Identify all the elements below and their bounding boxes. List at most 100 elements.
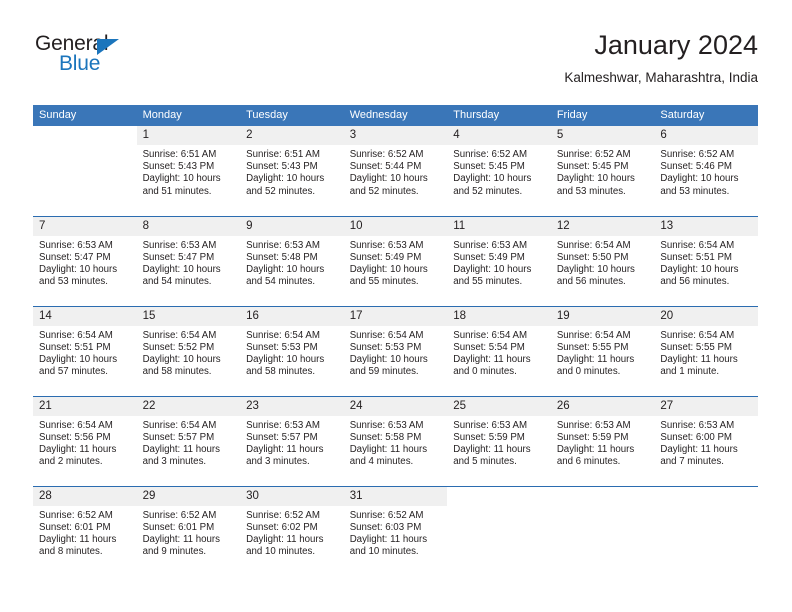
calendar-day-cell[interactable]: 6 Sunrise: 6:52 AM Sunset: 5:46 PM Daylight… — [654, 126, 758, 216]
calendar-day-cell[interactable]: 21 Sunrise: 6:54 AM Sunset: 5:56 PM Dayligh… — [33, 395, 137, 486]
calendar-day-cell[interactable]: 1 Sunrise: 6:51 AM Sunset: 5:43 PM Daylight… — [136, 126, 241, 216]
day-daylight-line-text: Daylight: 10 hours — [142, 353, 221, 365]
day-number: 18 — [447, 306, 551, 326]
day-sunset-text: Sunset: 6:01 PM — [39, 521, 111, 533]
day-daylight-line-text: and 53 minutes. — [39, 276, 108, 288]
calendar-day-cell[interactable]: 16 Sunrise: 6:54 AM Sunset: 5:53 PM Dayligh… — [240, 305, 344, 396]
day-sunrise-text: Sunrise: 6:54 AM — [39, 329, 113, 341]
calendar-day-cell[interactable]: 30 Sunrise: 6:52 AM Sunset: 6:02 PM Dayligh… — [240, 485, 344, 576]
calendar-week-row: 28 Sunrise: 6:52 AM Sunset: 6:01 PM Dayligh… — [33, 485, 758, 576]
calendar-day-cell[interactable]: 31 Sunrise: 6:52 AM Sunset: 6:03 PM Dayligh… — [343, 485, 448, 576]
day-number: 9 — [240, 216, 344, 236]
day-number: 22 — [136, 396, 241, 416]
day-sunrise-text: Sunrise: 6:54 AM — [556, 239, 631, 251]
day-sunrise-text: Sunrise: 6:51 AM — [246, 149, 320, 160]
calendar-day-cell[interactable]: 13 Sunrise: 6:54 AM Sunset: 5:51 PM Dayligh… — [654, 215, 758, 306]
day-sunset-text: Sunset: 5:52 PM — [142, 341, 215, 353]
day-sunrise-text: Sunrise: 6:53 AM — [349, 419, 424, 431]
day-daylight-line-text: and 3 minutes. — [246, 456, 310, 468]
calendar-header-row: Sunday Monday Tuesday Wednesday Thursday… — [33, 105, 758, 126]
day-daylight-line-text: Daylight: 11 hours — [39, 443, 117, 455]
day-daylight-line-text: Daylight: 11 hours — [660, 443, 738, 455]
calendar-day-cell[interactable]: 10 Sunrise: 6:53 AM Sunset: 5:49 PM Dayligh… — [343, 215, 448, 306]
day-details: Sunrise: 6:54 AM Sunset: 5:55 PM Daylight:… — [551, 326, 655, 379]
day-number: 19 — [550, 306, 655, 326]
day-sunset-text: Sunset: 5:50 PM — [556, 251, 629, 263]
day-details: Sunrise: 6:51 AM Sunset: 5:43 PM Daylight:… — [137, 145, 241, 198]
day-daylight-line-text: and 6 minutes. — [556, 456, 621, 468]
calendar-day-cell[interactable]: 4 Sunrise: 6:52 AM Sunset: 5:45 PM Daylight… — [447, 126, 551, 216]
calendar-day-cell[interactable]: 26 Sunrise: 6:53 AM Sunset: 5:59 PM Dayligh… — [550, 395, 655, 486]
calendar-day-cell[interactable]: 7 Sunrise: 6:53 AM Sunset: 5:47 PM Daylight… — [33, 215, 137, 306]
day-daylight-line-text: Daylight: 11 hours — [556, 443, 635, 455]
calendar-day-cell[interactable]: 2 Sunrise: 6:51 AM Sunset: 5:43 PM Daylight… — [240, 126, 344, 216]
day-details: Sunrise: 6:52 AM Sunset: 6:01 PM Daylight:… — [33, 506, 137, 559]
day-number: 3 — [343, 126, 448, 145]
day-details: Sunrise: 6:51 AM Sunset: 5:43 PM Daylight:… — [240, 145, 344, 198]
calendar-body: 1 Sunrise: 6:51 AM Sunset: 5:43 PM Daylight… — [33, 126, 758, 576]
calendar-day-cell[interactable]: 17 Sunrise: 6:54 AM Sunset: 5:53 PM Dayligh… — [343, 305, 448, 396]
day-daylight-line-text: Daylight: 11 hours — [142, 443, 220, 455]
day-details: Sunrise: 6:53 AM Sunset: 5:58 PM Daylight:… — [344, 416, 448, 469]
day-sunrise-text: Sunrise: 6:54 AM — [39, 419, 113, 431]
calendar-day-cell[interactable]: 8 Sunrise: 6:53 AM Sunset: 5:47 PM Daylight… — [136, 215, 241, 306]
day-number: 30 — [240, 486, 344, 506]
calendar-day-cell[interactable]: 11 Sunrise: 6:53 AM Sunset: 5:49 PM Dayligh… — [447, 215, 551, 306]
day-daylight-line-text: Daylight: 11 hours — [349, 533, 428, 545]
calendar-container: Sunday Monday Tuesday Wednesday Thursday… — [33, 105, 758, 576]
calendar-day-cell[interactable]: 23 Sunrise: 6:53 AM Sunset: 5:57 PM Dayligh… — [240, 395, 344, 486]
day-sunrise-text: Sunrise: 6:52 AM — [453, 149, 528, 160]
calendar-day-cell[interactable]: 25 Sunrise: 6:53 AM Sunset: 5:59 PM Dayligh… — [447, 395, 551, 486]
calendar-day-cell[interactable]: 18 Sunrise: 6:54 AM Sunset: 5:54 PM Dayligh… — [447, 305, 551, 396]
day-sunrise-text: Sunrise: 6:52 AM — [349, 509, 424, 521]
day-number: 10 — [343, 216, 448, 236]
calendar-day-cell[interactable]: 12 Sunrise: 6:54 AM Sunset: 5:50 PM Dayligh… — [550, 215, 655, 306]
day-sunrise-text: Sunrise: 6:53 AM — [246, 239, 320, 251]
day-sunset-text: Sunset: 6:02 PM — [246, 521, 318, 533]
calendar-day-cell[interactable]: 3 Sunrise: 6:52 AM Sunset: 5:44 PM Daylight… — [343, 126, 448, 216]
day-daylight-line-text: Daylight: 10 hours — [39, 263, 118, 275]
day-sunrise-text: Sunrise: 6:53 AM — [349, 239, 424, 251]
day-sunset-text: Sunset: 5:57 PM — [246, 431, 318, 443]
day-daylight-line-text: and 5 minutes. — [453, 456, 517, 468]
day-number — [654, 486, 758, 506]
calendar-day-cell[interactable]: 22 Sunrise: 6:54 AM Sunset: 5:57 PM Dayligh… — [136, 395, 241, 486]
day-sunset-text: Sunset: 5:49 PM — [349, 251, 422, 263]
calendar-day-cell[interactable]: 24 Sunrise: 6:53 AM Sunset: 5:58 PM Dayligh… — [343, 395, 448, 486]
day-daylight-line-text: and 51 minutes. — [142, 185, 212, 197]
day-daylight-line-text: Daylight: 11 hours — [453, 353, 531, 365]
calendar-day-cell[interactable]: 20 Sunrise: 6:54 AM Sunset: 5:55 PM Dayligh… — [654, 305, 758, 396]
day-daylight-line-text: Daylight: 10 hours — [660, 173, 739, 185]
day-daylight-line-text: Daylight: 10 hours — [349, 173, 428, 185]
day-sunrise-text: Sunrise: 6:52 AM — [349, 149, 424, 160]
calendar-day-cell[interactable]: 19 Sunrise: 6:54 AM Sunset: 5:55 PM Dayligh… — [550, 305, 655, 396]
day-sunrise-text: Sunrise: 6:53 AM — [660, 419, 735, 431]
calendar-day-cell[interactable]: 5 Sunrise: 6:52 AM Sunset: 5:45 PM Daylight… — [550, 126, 655, 216]
day-sunset-text: Sunset: 5:43 PM — [142, 161, 215, 173]
calendar-day-cell[interactable]: 9 Sunrise: 6:53 AM Sunset: 5:48 PM Daylight… — [240, 215, 344, 306]
day-details: Sunrise: 6:54 AM Sunset: 5:53 PM Daylight:… — [344, 326, 448, 379]
calendar-day-cell[interactable]: 27 Sunrise: 6:53 AM Sunset: 6:00 PM Dayligh… — [654, 395, 758, 486]
day-daylight-line-text: and 3 minutes. — [142, 456, 207, 468]
day-details: Sunrise: 6:54 AM Sunset: 5:54 PM Daylight:… — [447, 326, 551, 379]
day-daylight-line-text: and 0 minutes. — [556, 366, 621, 378]
generalblue-logo[interactable]: General Blue — [35, 33, 145, 83]
day-daylight-line-text: and 54 minutes. — [246, 276, 316, 288]
day-daylight-line-text: Daylight: 11 hours — [39, 533, 117, 545]
page-subtitle: Kalmeshwar, Maharashtra, India — [564, 70, 758, 85]
day-sunrise-text: Sunrise: 6:54 AM — [142, 329, 217, 341]
calendar-day-cell[interactable]: 14 Sunrise: 6:54 AM Sunset: 5:51 PM Dayligh… — [33, 305, 137, 396]
day-daylight-line-text: Daylight: 10 hours — [246, 173, 325, 185]
day-number: 21 — [33, 396, 137, 416]
calendar-day-cell[interactable]: 29 Sunrise: 6:52 AM Sunset: 6:01 PM Dayligh… — [136, 485, 241, 576]
day-daylight-line-text: and 52 minutes. — [246, 185, 316, 197]
day-details: Sunrise: 6:54 AM Sunset: 5:51 PM Daylight:… — [654, 236, 758, 289]
day-number: 12 — [550, 216, 655, 236]
calendar-day-cell[interactable]: 15 Sunrise: 6:54 AM Sunset: 5:52 PM Dayligh… — [136, 305, 241, 396]
day-details: Sunrise: 6:52 AM Sunset: 6:02 PM Daylight:… — [240, 506, 344, 559]
calendar-day-cell[interactable]: 28 Sunrise: 6:52 AM Sunset: 6:01 PM Dayligh… — [33, 485, 137, 576]
day-sunrise-text: Sunrise: 6:52 AM — [660, 149, 735, 160]
day-details: Sunrise: 6:54 AM Sunset: 5:51 PM Daylight:… — [33, 326, 137, 379]
day-sunrise-text: Sunrise: 6:53 AM — [142, 239, 217, 251]
calendar-cell-empty — [447, 485, 551, 576]
